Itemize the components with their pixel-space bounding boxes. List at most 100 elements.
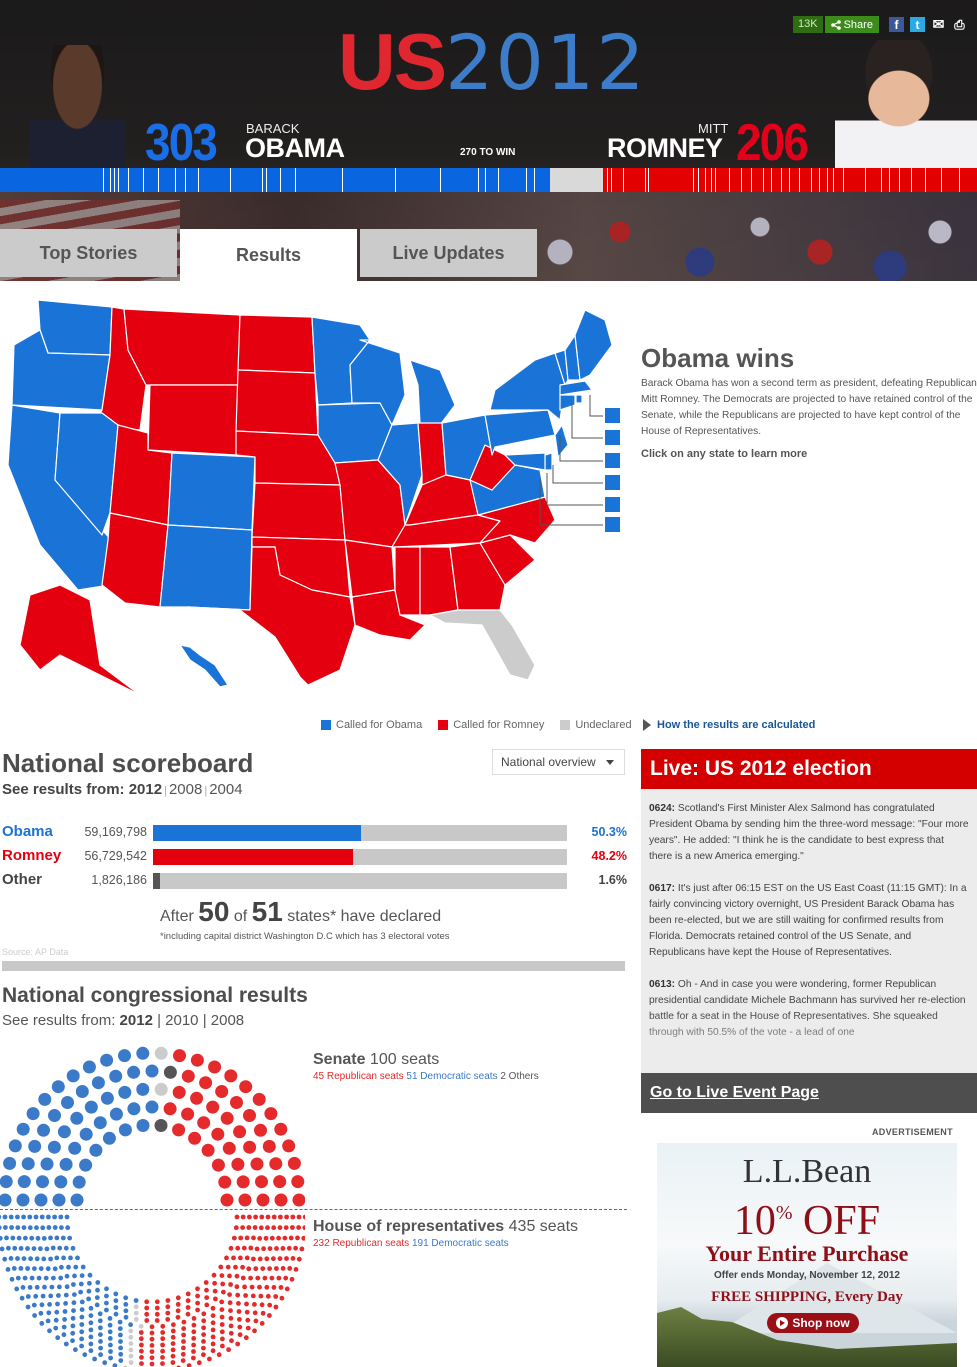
tab-results[interactable]: Results xyxy=(180,229,357,281)
live-feed[interactable]: 0624: Scotland's First Minister Alex Sal… xyxy=(641,789,977,1073)
republican-seat xyxy=(252,1092,266,1106)
state-sd[interactable] xyxy=(235,369,319,436)
republican-seat xyxy=(170,1334,176,1340)
democratic-seat xyxy=(38,1246,43,1252)
republican-seat xyxy=(301,1235,305,1241)
year-link-2010[interactable]: 2010 xyxy=(165,1012,198,1029)
democratic-seat xyxy=(113,1298,119,1304)
live-event-link[interactable]: Go to Live Event Page xyxy=(641,1073,977,1113)
democratic-seat xyxy=(107,1316,113,1321)
popular-votes: 59,169,798 xyxy=(84,825,147,839)
state-ar[interactable] xyxy=(344,539,396,598)
state-mt[interactable] xyxy=(123,308,241,386)
democratic-seat xyxy=(88,1320,94,1326)
republican-seat xyxy=(165,1317,171,1322)
year-link-2012[interactable]: 2012 xyxy=(120,1012,153,1029)
state-az[interactable] xyxy=(101,512,169,608)
republican-seat xyxy=(257,1256,263,1262)
state-ri[interactable] xyxy=(575,394,583,404)
democratic-seat xyxy=(64,1273,70,1279)
small-state-box[interactable] xyxy=(605,497,620,512)
republican-seat xyxy=(201,1332,207,1337)
state-ks[interactable] xyxy=(251,482,346,541)
republican-seat xyxy=(254,1246,260,1252)
republican-seat xyxy=(259,1321,265,1326)
democratic-seat xyxy=(31,1246,37,1251)
state-nd[interactable] xyxy=(237,314,316,374)
tab-live-updates[interactable]: Live Updates xyxy=(360,229,537,277)
small-state-box[interactable] xyxy=(605,517,620,532)
state-wy[interactable] xyxy=(147,384,239,456)
state-ny[interactable] xyxy=(489,352,566,421)
republican-seat xyxy=(165,1298,171,1303)
small-state-box[interactable] xyxy=(605,453,620,468)
state-in[interactable] xyxy=(417,422,447,486)
republican-seat xyxy=(274,1266,279,1271)
facebook-icon[interactable]: f xyxy=(888,17,904,32)
entry-text: Scotland's First Minister Alex Salmond h… xyxy=(649,803,969,862)
small-state-box[interactable] xyxy=(605,408,620,423)
state-nm[interactable] xyxy=(159,524,253,611)
state-divider xyxy=(118,168,119,192)
share-label: Share xyxy=(843,18,873,31)
state-ak[interactable] xyxy=(19,584,141,696)
republican-seat xyxy=(235,1245,241,1251)
democratic-seat xyxy=(2,1256,8,1262)
year-link-2004[interactable]: 2004 xyxy=(209,781,242,798)
how-results-calculated-link[interactable]: How the results are calculated xyxy=(643,719,815,731)
twitter-icon[interactable]: t xyxy=(909,17,925,32)
democratic-seat xyxy=(45,1318,51,1324)
republican-seat xyxy=(261,1246,266,1252)
state-fl[interactable] xyxy=(429,609,536,681)
state-pa[interactable] xyxy=(484,409,556,456)
advertisement-banner[interactable]: L.L.Bean 10% OFF Your Entire Purchase Of… xyxy=(657,1143,957,1367)
democratic-seat xyxy=(107,1329,113,1335)
republican-seat xyxy=(290,1225,295,1230)
democratic-seat xyxy=(38,1266,44,1271)
live-title: Live: US 2012 election xyxy=(641,749,977,789)
republican-seat xyxy=(197,1116,211,1130)
legend-swatch-obama xyxy=(321,720,331,730)
undeclared-seat xyxy=(128,1347,134,1353)
republican-seat xyxy=(160,1355,165,1360)
email-icon[interactable]: ✉ xyxy=(931,16,946,32)
small-state-box[interactable] xyxy=(605,475,620,490)
state-ct[interactable] xyxy=(559,394,576,411)
republican-seat xyxy=(278,1285,284,1290)
state-de[interactable] xyxy=(544,452,553,471)
democratic-seat xyxy=(63,1292,69,1298)
republican-seat xyxy=(190,1091,204,1105)
state-ms[interactable] xyxy=(394,546,421,616)
print-icon[interactable]: ⎙ xyxy=(952,17,967,32)
year-link-2008[interactable]: 2008 xyxy=(169,781,202,798)
democratic-seat xyxy=(39,1321,45,1326)
year-link-2008[interactable]: 2008 xyxy=(211,1012,244,1029)
democratic-seat xyxy=(21,1256,27,1261)
democratic-seat xyxy=(37,1123,50,1137)
tab-top-stories[interactable]: Top Stories xyxy=(0,229,177,277)
scoreboard-row-obama: Obama 59,169,798 50.3% xyxy=(2,823,627,841)
state-co[interactable] xyxy=(167,452,256,531)
state-mi[interactable] xyxy=(409,359,456,426)
state-wa[interactable] xyxy=(37,299,113,356)
republican-seat xyxy=(212,1288,218,1294)
state-me[interactable] xyxy=(574,309,613,381)
state-hi[interactable] xyxy=(179,644,229,688)
democratic-seat xyxy=(5,1245,11,1251)
other-seat xyxy=(163,1065,177,1079)
see-results-label: See results from: xyxy=(2,781,125,798)
republican-seat xyxy=(264,1256,270,1262)
republican-seat xyxy=(195,1293,201,1299)
small-state-box[interactable] xyxy=(605,430,620,445)
state-nj[interactable] xyxy=(554,424,569,458)
year-link-2012[interactable]: 2012 xyxy=(129,781,162,798)
shop-now-button[interactable]: Shop now xyxy=(767,1313,859,1333)
republican-seat xyxy=(216,1352,222,1358)
democratic-seat xyxy=(79,1299,85,1305)
share-button[interactable]: Share xyxy=(824,16,879,33)
region-dropdown[interactable]: National overview xyxy=(492,749,625,775)
republican-seat xyxy=(271,1225,277,1231)
democratic-seat xyxy=(15,1256,20,1261)
republican-seat xyxy=(160,1323,166,1329)
democratic-seat xyxy=(66,1069,80,1083)
